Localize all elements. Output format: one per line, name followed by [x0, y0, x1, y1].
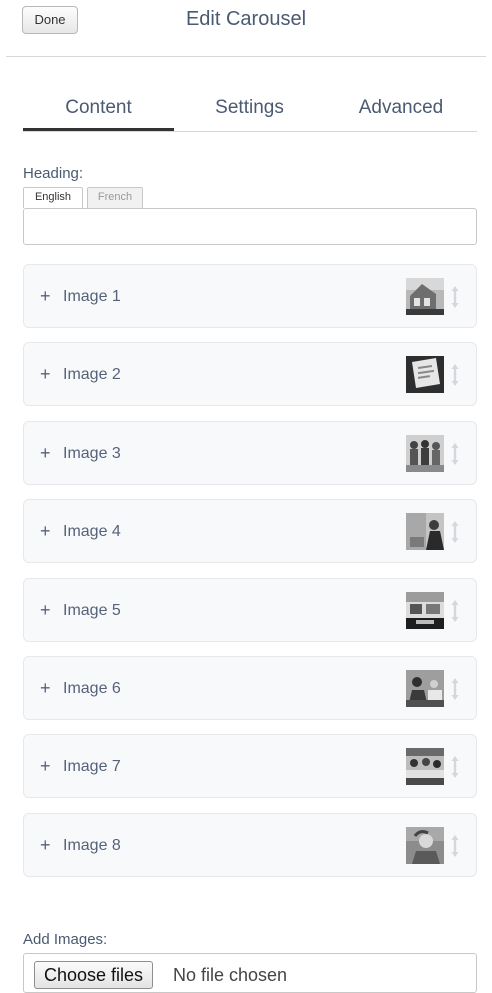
house-photo-thumbnail-icon: [406, 278, 444, 315]
tab-advanced[interactable]: Advanced: [325, 92, 477, 128]
file-status-text: No file chosen: [173, 965, 288, 985]
image-item-label: Image 8: [63, 836, 121, 854]
image-list: + Image 1 + Image 2 + Image 3 + Image 4 …: [23, 264, 477, 891]
header-divider: [6, 56, 486, 57]
image-item-2[interactable]: + Image 2: [23, 342, 477, 407]
drag-handle-icon[interactable]: [448, 753, 462, 781]
heading-input[interactable]: [23, 208, 477, 245]
meeting-photo-thumbnail-icon: [406, 669, 444, 707]
file-upload-field: Choose files No file chosen: [23, 953, 477, 993]
person-photo-thumbnail-icon: [406, 513, 444, 551]
tab-bar-divider: [23, 131, 477, 132]
header-bar: Done Edit Carousel: [0, 0, 492, 58]
image-item-label: Image 3: [63, 444, 121, 462]
image-item-3[interactable]: + Image 3: [23, 420, 477, 485]
portrait-photo-thumbnail-icon: [406, 826, 444, 864]
tab-content[interactable]: Content: [23, 92, 174, 132]
image-item-8[interactable]: + Image 8: [23, 812, 477, 877]
language-tab-french[interactable]: French: [87, 187, 143, 208]
plus-icon: +: [40, 677, 51, 698]
group-photo-thumbnail-icon: [406, 434, 444, 472]
image-item-label: Image 6: [63, 679, 121, 697]
drag-handle-icon[interactable]: [448, 675, 462, 703]
tab-bar: Content Settings Advanced: [23, 92, 477, 132]
classroom-photo-thumbnail-icon: [406, 748, 444, 786]
plus-icon: +: [40, 834, 51, 855]
image-item-5[interactable]: + Image 5: [23, 577, 477, 642]
drag-handle-icon[interactable]: [448, 361, 462, 389]
document-photo-thumbnail-icon: [406, 356, 444, 394]
plus-icon: +: [40, 364, 51, 385]
choose-files-button[interactable]: Choose files: [34, 961, 154, 989]
heading-label: Heading:: [23, 165, 84, 182]
plus-icon: +: [40, 521, 51, 542]
drag-handle-icon[interactable]: [448, 283, 462, 311]
image-item-label: Image 2: [63, 366, 121, 384]
image-item-label: Image 1: [63, 288, 121, 305]
drag-handle-icon[interactable]: [448, 832, 462, 860]
plus-icon: +: [40, 286, 51, 306]
image-item-label: Image 5: [63, 601, 121, 619]
drag-handle-icon[interactable]: [448, 597, 462, 625]
tab-settings[interactable]: Settings: [174, 92, 325, 128]
image-item-label: Image 4: [63, 523, 121, 541]
add-images-label: Add Images:: [23, 931, 108, 948]
drag-handle-icon[interactable]: [448, 440, 462, 468]
office-photo-thumbnail-icon: [406, 591, 444, 629]
plus-icon: +: [40, 442, 51, 463]
image-item-1[interactable]: + Image 1: [23, 264, 477, 328]
plus-icon: +: [40, 756, 51, 777]
plus-icon: +: [40, 599, 51, 620]
image-item-4[interactable]: + Image 4: [23, 499, 477, 564]
image-item-6[interactable]: + Image 6: [23, 655, 477, 720]
image-item-7[interactable]: + Image 7: [23, 734, 477, 799]
drag-handle-icon[interactable]: [448, 518, 462, 546]
page-title: Edit Carousel: [185, 8, 307, 30]
image-item-label: Image 7: [63, 758, 121, 776]
language-tab-english[interactable]: English: [23, 187, 83, 208]
